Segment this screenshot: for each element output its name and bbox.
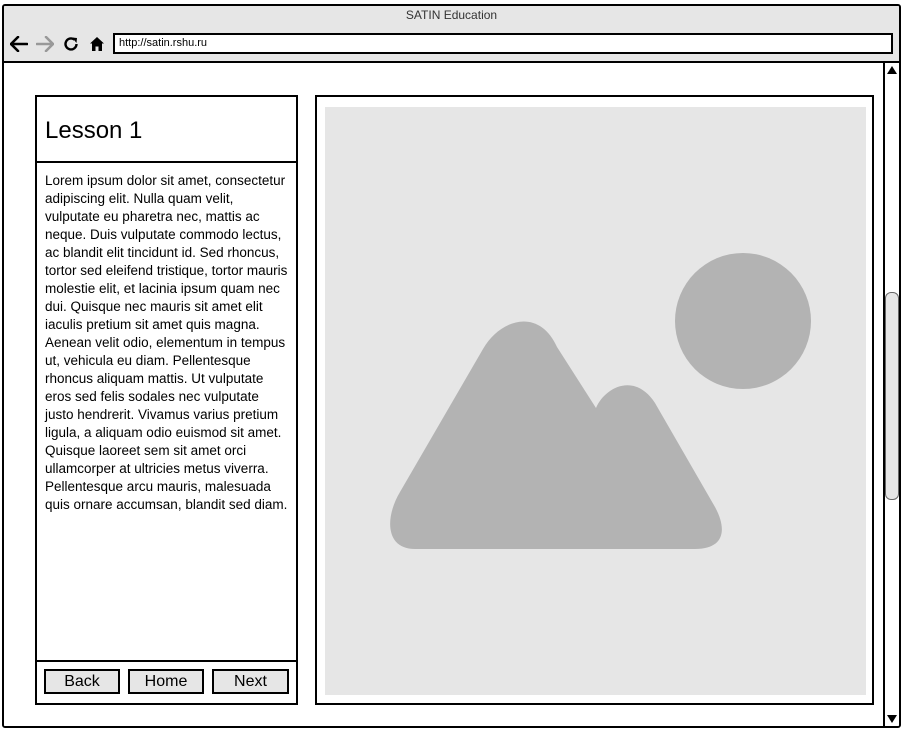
scroll-up-button[interactable]: [885, 63, 899, 77]
arrow-left-icon: [10, 36, 28, 52]
home-nav-button[interactable]: [87, 34, 107, 54]
back-button[interactable]: Back: [44, 669, 120, 694]
lesson-text: Lorem ipsum dolor sit amet, consectetur …: [45, 173, 288, 512]
reload-button[interactable]: [61, 34, 81, 54]
browser-titlebar: SATIN Education http://satin.rshu.ru: [4, 6, 899, 63]
address-bar[interactable]: http://satin.rshu.ru: [113, 33, 893, 54]
window-title: SATIN Education: [405, 8, 498, 22]
reload-icon: [64, 37, 78, 51]
home-button[interactable]: Home: [128, 669, 204, 694]
media-panel: [315, 95, 874, 705]
lesson-panel: Lesson 1 Lorem ipsum dolor sit amet, con…: [35, 95, 298, 705]
triangle-down-icon: [887, 715, 897, 723]
arrow-right-icon: [36, 36, 54, 52]
browser-window: SATIN Education http://satin.rshu.ru Les…: [2, 4, 901, 728]
home-icon: [90, 37, 104, 51]
forward-nav-button[interactable]: [35, 34, 55, 54]
image-placeholder-icon: [390, 253, 811, 549]
scroll-down-button[interactable]: [885, 712, 899, 726]
vertical-scrollbar[interactable]: [883, 63, 899, 726]
triangle-up-icon: [887, 66, 897, 74]
back-nav-button[interactable]: [9, 34, 29, 54]
lesson-title: Lesson 1: [37, 97, 296, 163]
scroll-thumb[interactable]: [885, 292, 899, 500]
next-button[interactable]: Next: [212, 669, 289, 694]
image-placeholder: [325, 107, 866, 695]
lesson-navigation: Back Home Next: [37, 660, 296, 703]
